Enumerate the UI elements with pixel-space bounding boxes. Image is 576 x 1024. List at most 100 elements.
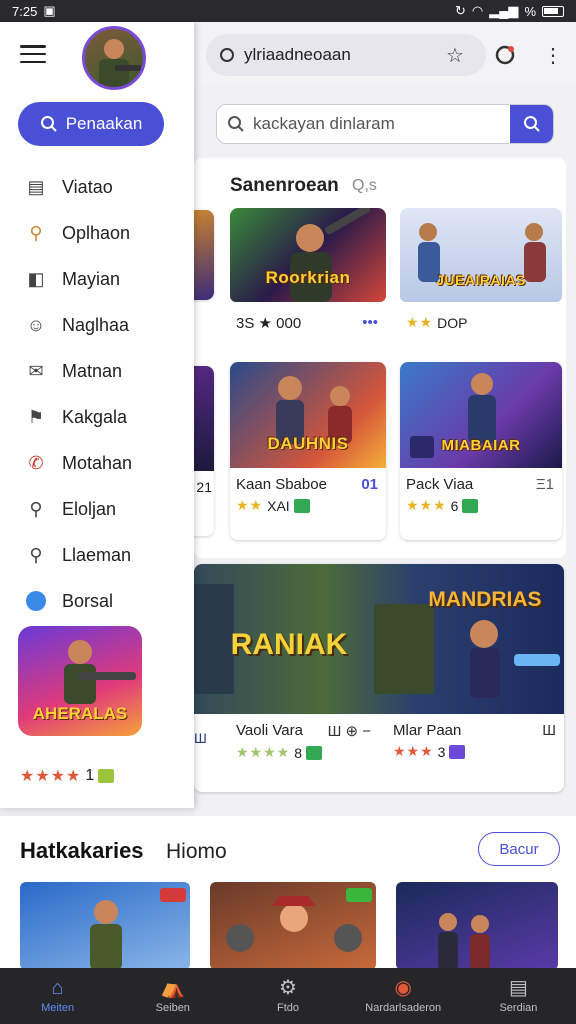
section-subtitle: Q,s [352, 177, 377, 194]
banner-left-title: RANIAK [230, 628, 348, 661]
sync-icon: ↻ [454, 3, 466, 18]
drawer-promo-game[interactable]: AHERALAS [18, 626, 142, 736]
game-character-icon [90, 888, 186, 970]
drawer-menu: ▤ Viatao ⚲ Oplhaon ◧ Mayian ☺ Naglhaa ✉ … [0, 164, 194, 624]
avatar[interactable] [82, 26, 146, 90]
drawer-item-1[interactable]: ⚲ Oplhaon [0, 210, 194, 256]
tile-rating: ★★★★ 8 [194, 740, 379, 765]
notifications-icon: ◉ [394, 977, 412, 999]
news-icon: ▤ [27, 176, 45, 197]
tile-name: Vaoli Vara Ш ⊕ − [236, 722, 371, 740]
search-icon: ⚲ [29, 544, 43, 565]
wifi-icon: ◠ [471, 3, 484, 18]
game-art: MIABAIAR [400, 362, 562, 468]
top-bar: ylriaadneoaan ☆ ⋮ [194, 22, 576, 86]
battery-icon [542, 5, 564, 17]
see-all-button[interactable]: Bacur [478, 832, 560, 866]
tile-rating: ★★★ 6 [400, 493, 562, 518]
store-badge-icon [293, 498, 310, 513]
menu-icon[interactable] [20, 42, 46, 66]
banner-right-title: MANDRIAS [428, 588, 542, 611]
drawer-item-7[interactable]: ⚲ Eloljan [0, 486, 194, 532]
game-tile[interactable]: Roorkrian 3S ★ 000 ••• [230, 208, 386, 343]
search-button[interactable] [510, 105, 553, 143]
tile-name: Kaan Sbaboe 01 [236, 476, 378, 493]
nav-tab-3[interactable]: ◉ Nardarlsaderon [346, 968, 461, 1024]
battery-percent: % [524, 3, 536, 19]
search-icon: ⚲ [29, 498, 43, 519]
game-art: DAUHNIS [230, 362, 386, 468]
game-tile[interactable]: JUEAIRAIAS ★★ DOP [400, 208, 562, 343]
search-icon [524, 116, 540, 132]
store-badge-icon [462, 498, 479, 513]
rating-stars-icon: ★★ [236, 497, 264, 513]
rating-stars-icon: ★★★★ [236, 744, 291, 760]
signal-icon: ▂▄▆ [489, 3, 519, 18]
bottom-section-title: Hatkakaries [20, 838, 144, 863]
nav-tab-0[interactable]: ⌂ Meiten [0, 968, 115, 1024]
store-badge-icon [449, 744, 466, 759]
search-placeholder: kackayan dinlaram [253, 114, 395, 133]
drawer-item-2[interactable]: ◧ Mayian [0, 256, 194, 302]
search-tool-icon: ⚲ [29, 222, 43, 243]
tile-meta: Ш [194, 730, 207, 746]
address-text: ylriaadneoaan [244, 45, 351, 64]
bookmark-star-icon[interactable]: ☆ [442, 42, 468, 68]
game-tile[interactable]: MIABAIAR Pack Viaa Ξ1 ★★★ 6 [400, 362, 562, 540]
tile-rating: ★★ XAI [230, 493, 386, 518]
promo-rating: ★★★★ 1 [20, 766, 115, 786]
status-time: 7:25 [12, 3, 38, 19]
game-thumbnail[interactable] [210, 882, 376, 970]
drawer-item-9[interactable]: Borsal [0, 578, 194, 624]
game-thumbnail[interactable] [396, 882, 558, 970]
promo-title: AHERALAS [32, 704, 128, 723]
nav-tab-4[interactable]: ▤ Serdian [461, 968, 576, 1024]
tabs-icon[interactable] [492, 42, 518, 68]
panel-icon: ◧ [27, 268, 45, 289]
search-input[interactable]: kackayan dinlaram [216, 104, 554, 144]
rating-stars-icon: ★★★★ [20, 768, 82, 785]
drawer-item-6[interactable]: ✆ Motahan [0, 440, 194, 486]
section-title: Sanenroean [230, 175, 339, 196]
drawer-item-8[interactable]: ⚲ Llaeman [0, 532, 194, 578]
home-icon: ⌂ [51, 977, 64, 999]
featured-banner[interactable]: RANIAK MANDRIAS Vaoli Vara Ш ⊕ − ★★★★ 8 … [194, 564, 564, 792]
smile-icon: ☺ [26, 314, 46, 335]
site-info-icon [220, 48, 234, 62]
more-options-icon[interactable]: ⋮ [540, 42, 566, 68]
bottom-section-subtitle: Hiomo [166, 840, 227, 863]
drawer-item-3[interactable]: ☺ Naglhaa [0, 302, 194, 348]
circle-icon [24, 589, 48, 613]
nav-tab-1[interactable]: ⛺ Seiben [115, 968, 230, 1024]
avatar-character-icon [99, 39, 141, 87]
notification-icon: ▣ [43, 3, 56, 18]
game-art: Roorkrian [230, 208, 386, 302]
navigation-drawer: Penaakan ▤ Viatao ⚲ Oplhaon ◧ Mayian ☺ N… [0, 22, 194, 808]
rating-stars-icon: ★★ [406, 314, 434, 330]
game-thumbnail[interactable] [20, 882, 190, 970]
tile-rating: ★★★ 3 [379, 739, 564, 764]
shop-icon: ⛺ [160, 977, 186, 999]
tile-name: 3S ★ 000 ••• [236, 314, 378, 332]
rating-stars-icon: ★★★ [393, 743, 434, 759]
tile-rating: ★★ DOP [406, 314, 468, 331]
search-icon [40, 116, 57, 132]
nav-tab-2[interactable]: ⚙ Ftdo [230, 968, 345, 1024]
bottom-section: Hatkakaries Hiomo Bacur [0, 816, 576, 970]
store-badge-icon [306, 745, 322, 760]
game-character-icon [226, 888, 372, 952]
status-bar: 7:25 ▣ ↻ ◠ ▂▄▆ % [0, 0, 576, 22]
game-art: JUEAIRAIAS [400, 208, 562, 302]
settings-icon: ⚙ [279, 977, 297, 999]
game-character-icon [438, 913, 490, 970]
drawer-item-5[interactable]: ⚑ Kakgala [0, 394, 194, 440]
primary-action-button[interactable]: Penaakan [18, 102, 164, 146]
flag-icon: ⚑ [27, 406, 45, 427]
drawer-item-0[interactable]: ▤ Viatao [0, 164, 194, 210]
more-dots-icon: ••• [362, 314, 378, 331]
rating-stars-icon: ★★★ [406, 497, 447, 513]
drawer-item-4[interactable]: ✉ Matnan [0, 348, 194, 394]
phone-icon: ✆ [28, 452, 44, 473]
game-tile[interactable]: DAUHNIS Kaan Sbaboe 01 ★★ XAI [230, 362, 386, 540]
list-icon: ▤ [508, 977, 528, 999]
